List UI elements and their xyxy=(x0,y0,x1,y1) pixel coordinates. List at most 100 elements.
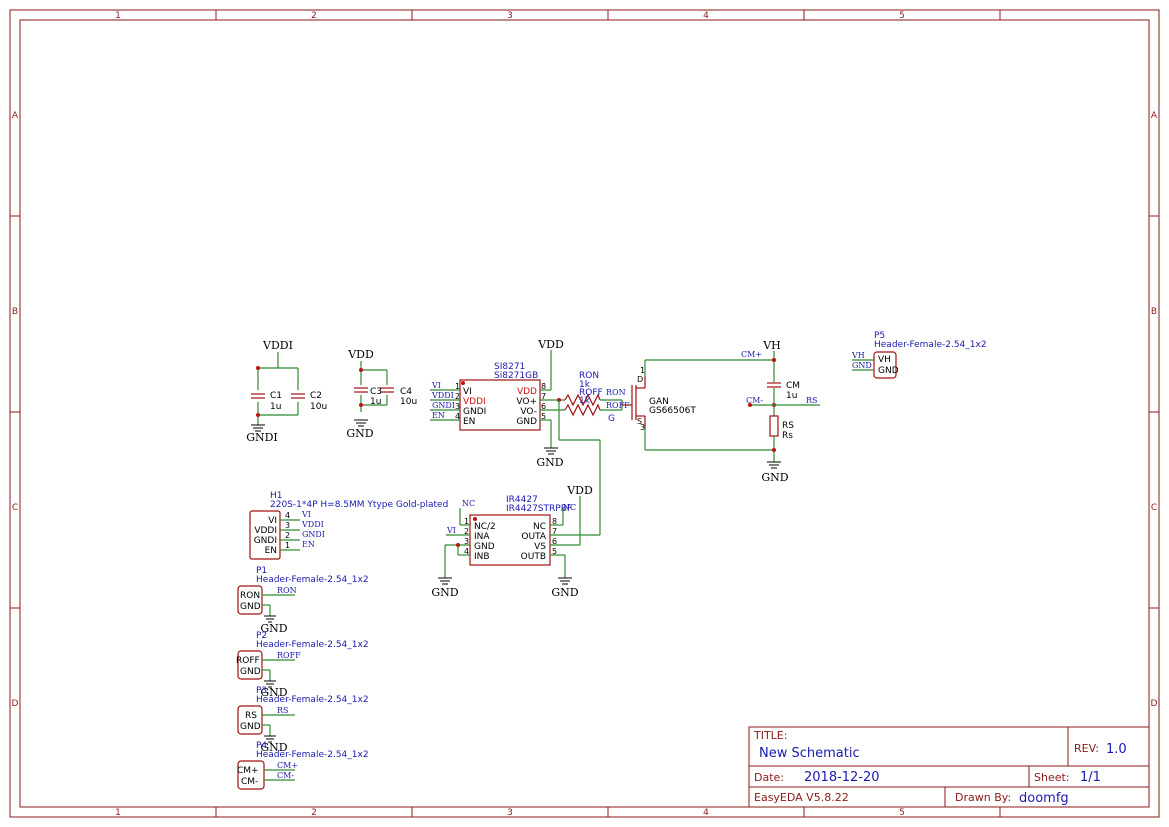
gnd-power-label-u1: GND xyxy=(536,456,563,469)
h1-connector[interactable]: H1 220S-1*4P H=8.5MM Ytype Gold-plated V… xyxy=(249,491,448,560)
sheet-value: 1/1 xyxy=(1080,770,1101,785)
date-label: Date: xyxy=(754,771,784,784)
u1-net-en: EN xyxy=(432,411,445,420)
vdd-power-label-c3: VDD xyxy=(347,348,374,361)
p2-pin-roff: ROFF xyxy=(236,656,260,666)
c3-c4-block[interactable]: VDD GND C3 1u C4 10u xyxy=(346,348,417,440)
grid-row-b: B xyxy=(12,307,18,317)
u2-pin-nc: NC xyxy=(533,522,546,532)
grid-labels: 1 2 3 4 5 1 2 3 4 5 A B C D A B C D xyxy=(12,11,1158,818)
vh-power-label: VH xyxy=(762,339,781,352)
p1-pin-gnd: GND xyxy=(240,602,261,612)
h1-net-vddi: VDDI xyxy=(301,520,324,529)
gate-resistors[interactable]: RON 1k ROFF 1k G RON ROFF G2 xyxy=(564,371,630,424)
grid-col-5: 5 xyxy=(899,11,905,21)
drawn-by-value: doomfg xyxy=(1019,791,1069,806)
title-label: TITLE: xyxy=(753,729,787,742)
cm-value: 1u xyxy=(786,391,797,401)
p5-value: Header-Female-2.54_1x2 xyxy=(874,340,987,350)
u1-pin-vddi: VDDI xyxy=(463,397,486,407)
drawn-by-label: Drawn By: xyxy=(955,791,1011,804)
gnd-power-label-u2b: GND xyxy=(551,586,578,599)
grid-col-1-bottom: 1 xyxy=(115,808,121,818)
p2-value: Header-Female-2.54_1x2 xyxy=(256,640,369,650)
vddi-power-label: VDDI xyxy=(262,339,293,352)
grid-col-1: 1 xyxy=(115,11,121,21)
p4-net-cm-plus: CM+ xyxy=(277,761,298,770)
u2-pin-inb: INB xyxy=(474,552,490,562)
roff-value: 1k xyxy=(579,396,591,406)
u2-net-nc-right: NC xyxy=(563,503,576,512)
p3-value: Header-Female-2.54_1x2 xyxy=(256,695,369,705)
grid-row-c-right: C xyxy=(1151,503,1157,513)
p3-net-rs: RS xyxy=(277,706,289,715)
cm-rs-block[interactable]: VH CM+ CM 1u CM- RS RS Rs GND xyxy=(741,339,820,484)
u2-pin-outa: OUTA xyxy=(521,532,546,542)
date-value: 2018-12-20 xyxy=(804,770,880,785)
grid-col-5-bottom: 5 xyxy=(899,808,905,818)
tool-version: EasyEDA V5.8.22 xyxy=(754,791,849,804)
sheet-frame xyxy=(9,9,1160,818)
u1-pin2-num: 2 xyxy=(455,392,460,401)
p5-net-gnd: GND xyxy=(852,361,872,370)
title-value: New Schematic xyxy=(759,746,860,761)
grid-col-3: 3 xyxy=(507,11,513,21)
p5-pin-vh: VH xyxy=(878,355,891,365)
q1-pin1-num: 1 xyxy=(640,366,645,375)
rev-value: 1.0 xyxy=(1106,742,1127,757)
u1-pin-vi: VI xyxy=(463,387,472,397)
q1-net-ron: RON xyxy=(606,388,626,397)
c4-designator: C4 xyxy=(400,387,412,397)
grid-row-a-right: A xyxy=(1151,111,1158,121)
h1-pin2-num: 2 xyxy=(285,531,290,540)
h1-net-gndi: GNDI xyxy=(302,530,325,539)
u2-pin-vs: VS xyxy=(534,542,546,552)
c1-value: 1u xyxy=(270,402,281,412)
p3-pin-gnd: GND xyxy=(240,722,261,732)
grid-row-b-right: B xyxy=(1151,307,1157,317)
rs-value: Rs xyxy=(782,431,793,441)
gnd-power-label-u2a: GND xyxy=(431,586,458,599)
h1-pin-gndi: GNDI xyxy=(254,536,277,546)
h1-value: 220S-1*4P H=8.5MM Ytype Gold-plated xyxy=(270,500,448,510)
p1-pin-ron: RON xyxy=(240,591,260,601)
p4-value: Header-Female-2.54_1x2 xyxy=(256,750,369,760)
net-cm-minus: CM- xyxy=(746,396,763,405)
u1-pin-vdd: VDD xyxy=(517,387,537,397)
h1-pin-en: EN xyxy=(265,546,277,556)
p5-header[interactable]: P5 Header-Female-2.54_1x2 VH GND VH GND xyxy=(851,331,987,379)
p3-pin-rs: RS xyxy=(245,711,257,721)
u2-net-vi: VI xyxy=(446,526,456,535)
u2-pin-nc2: NC/2 xyxy=(474,522,496,532)
p1-value: Header-Female-2.54_1x2 xyxy=(256,575,369,585)
u1-pin3-num: 3 xyxy=(455,402,460,411)
schematic-sheet: 1 2 3 4 5 1 2 3 4 5 A B C D A B C D VDDI xyxy=(9,9,1160,818)
c1-c2-block[interactable]: VDDI GNDI C1 1u C2 10u xyxy=(246,339,327,444)
gndi-power-label: GNDI xyxy=(246,431,278,444)
vdd-power-label-u1: VDD xyxy=(537,338,564,351)
u2-ir4427[interactable]: IR4427 IR4427STRPBF NC/2 INA GND INB NC … xyxy=(431,484,600,599)
h1-pin4-num: 4 xyxy=(285,511,290,520)
h1-pin-vddi: VDDI xyxy=(254,526,277,536)
u1-pin-gndi: GNDI xyxy=(463,407,486,417)
p5-pin-gnd: GND xyxy=(878,366,899,376)
p5-net-vh: VH xyxy=(851,351,865,360)
c2-designator: C2 xyxy=(310,391,322,401)
sheet-label: Sheet: xyxy=(1034,771,1070,784)
c3-value: 1u xyxy=(370,397,381,407)
grid-row-d-right: D xyxy=(1151,699,1158,709)
p2-net-roff: ROFF xyxy=(277,651,301,660)
p4-header[interactable]: P4 Header-Female-2.54_1x2 CM+ CM- CM+ CM… xyxy=(237,741,369,790)
p1-header[interactable]: P1 Header-Female-2.54_1x2 RON GND RON GN… xyxy=(237,566,369,635)
p4-pin-cm-plus: CM+ xyxy=(237,766,259,776)
c1-designator: C1 xyxy=(270,391,282,401)
grid-col-2-bottom: 2 xyxy=(311,808,317,818)
p4-net-cm-minus: CM- xyxy=(277,771,294,780)
h1-pin-vi: VI xyxy=(268,516,277,526)
net-cm-plus: CM+ xyxy=(741,350,762,359)
grid-col-4-bottom: 4 xyxy=(703,808,709,818)
h1-pin1-num: 1 xyxy=(285,541,290,550)
gate-pin-label: G xyxy=(608,414,615,424)
u1-net-vddi: VDDI xyxy=(431,391,454,400)
u2-pin-gnd: GND xyxy=(474,542,495,552)
